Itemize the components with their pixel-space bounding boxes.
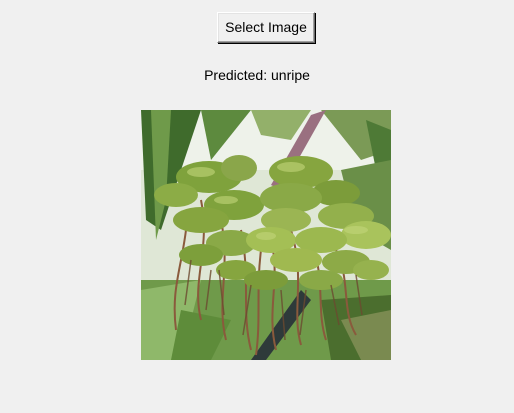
app-window: Select Image Predicted: unripe xyxy=(0,0,514,413)
mango-photo-image xyxy=(141,110,391,360)
mango-photo xyxy=(141,110,391,360)
select-image-button[interactable]: Select Image xyxy=(217,12,315,43)
prediction-label: Predicted: unripe xyxy=(204,67,310,83)
